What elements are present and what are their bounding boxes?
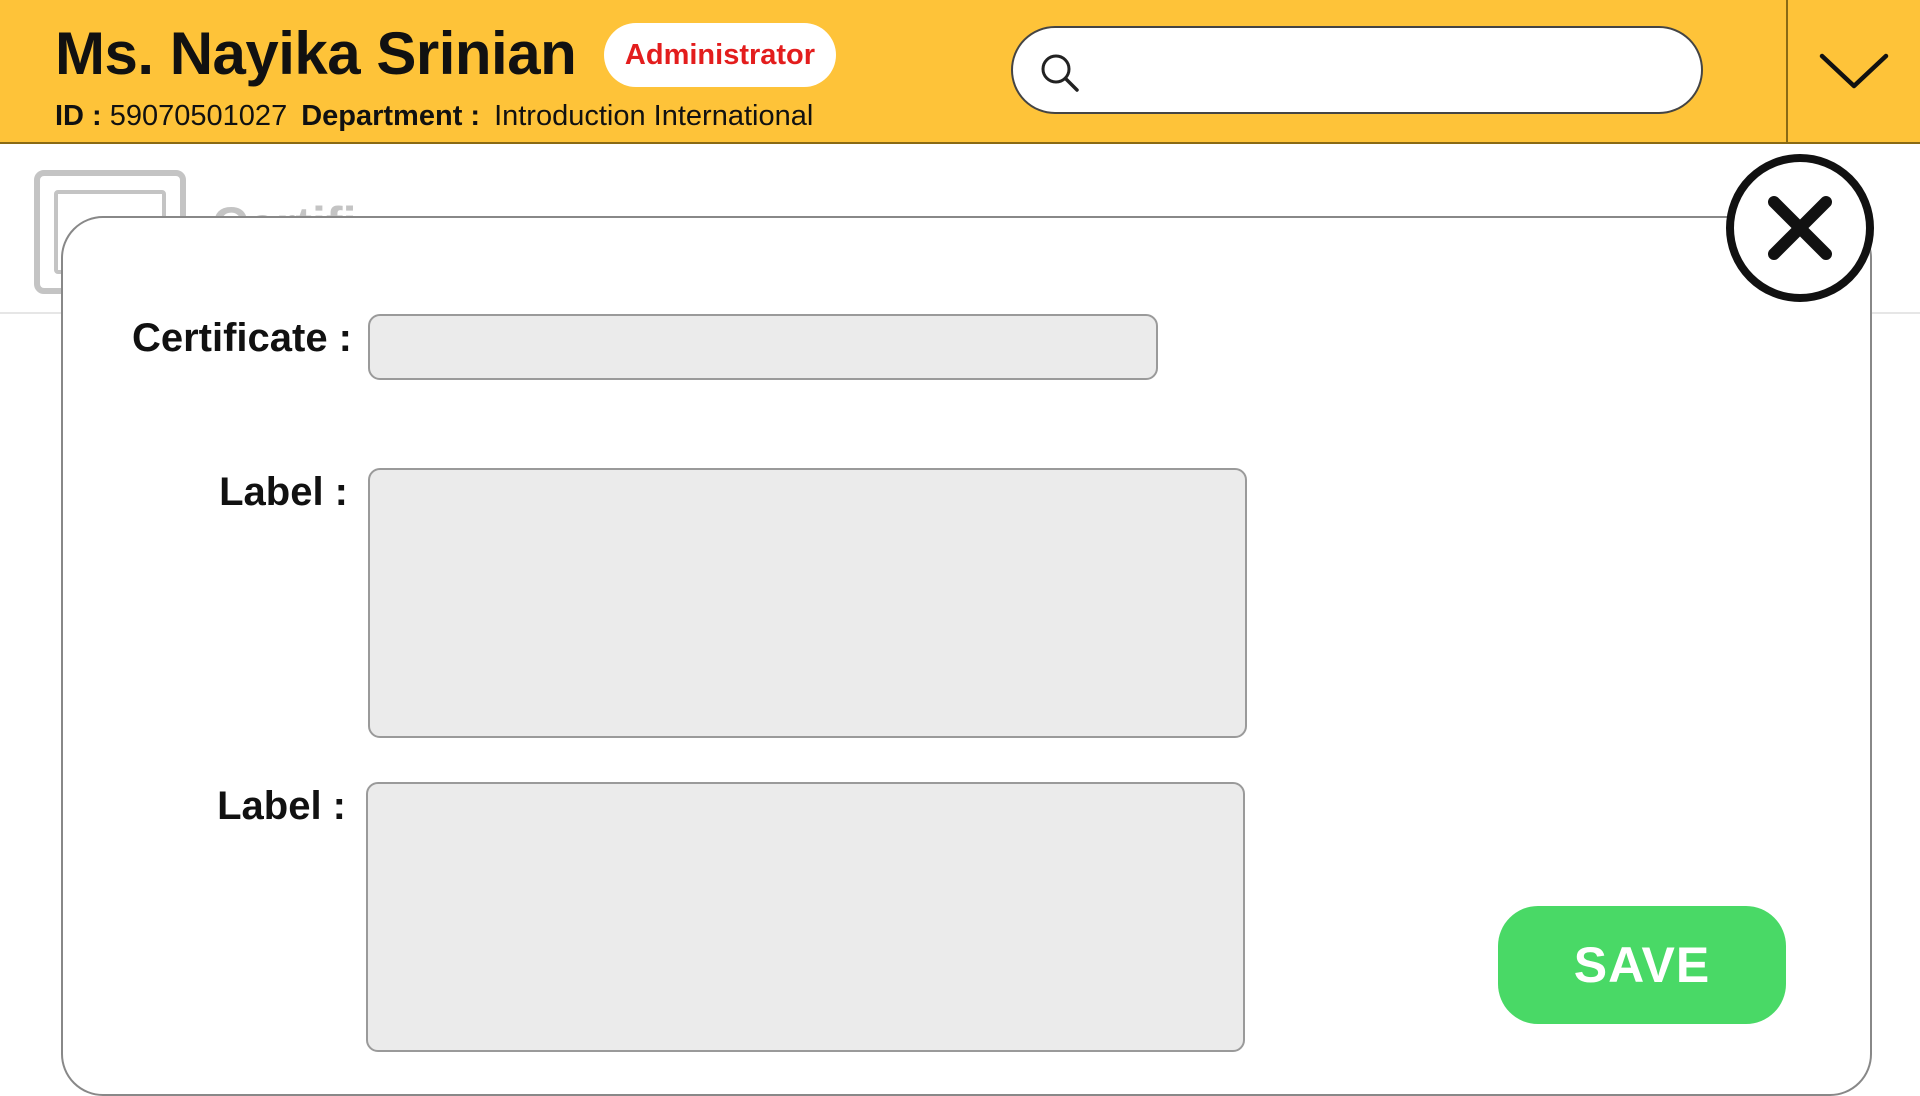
user-meta: ID : 59070501027 Department : Introduction… [55, 96, 813, 136]
department-label: Department : [301, 100, 481, 132]
label-textarea-2[interactable] [366, 782, 1245, 1052]
id-value: 59070501027 [109, 100, 288, 132]
close-icon[interactable] [1764, 192, 1836, 264]
save-button[interactable]: SAVE [1498, 906, 1786, 1024]
label-textarea-1[interactable] [368, 468, 1247, 738]
chevron-down-icon[interactable] [1819, 52, 1889, 92]
search-icon[interactable] [1039, 52, 1081, 94]
id-label: ID : [55, 100, 102, 132]
department-value: Introduction International [494, 100, 814, 132]
user-name: Ms. Nayika Srinian [55, 20, 577, 87]
role-badge: Administrator [604, 23, 836, 87]
label-field-2-label: Label : [217, 784, 346, 828]
search-input[interactable] [1097, 40, 1677, 102]
top-header: Ms. Nayika Srinian Administrator ID : 59… [0, 0, 1920, 144]
certificate-input[interactable] [368, 314, 1158, 380]
certificate-label: Certificate : [131, 316, 352, 360]
close-modal-button[interactable] [1726, 154, 1874, 302]
user-menu-dropdown-button[interactable] [1788, 0, 1920, 144]
search-bar[interactable] [1011, 26, 1703, 114]
label-field-1-label: Label : [219, 470, 348, 514]
